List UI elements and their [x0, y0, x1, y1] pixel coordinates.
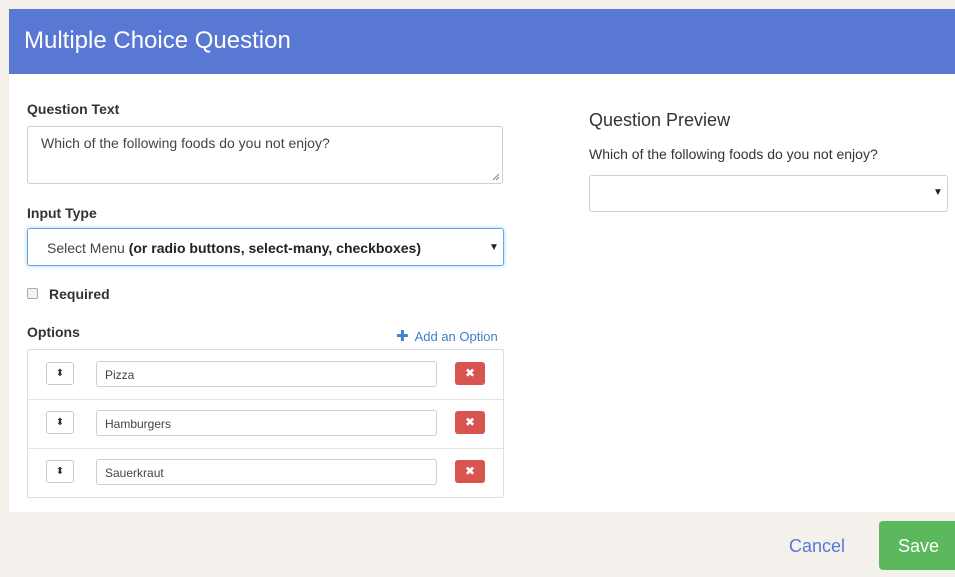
resize-grip-icon[interactable]	[492, 173, 500, 181]
modal-header: Multiple Choice Question	[9, 9, 955, 74]
option-input[interactable]: Sauerkraut	[96, 459, 437, 485]
options-list: ⬍ Pizza ✖ ⬍ Hamburgers ✖ ⬍ Sauerkraut ✖	[27, 349, 504, 498]
options-label: Options	[27, 324, 80, 340]
modal-backdrop-edge	[0, 0, 9, 577]
input-type-label: Input Type	[27, 205, 97, 221]
option-row: ⬍ Hamburgers ✖	[28, 399, 503, 449]
modal-top-edge	[9, 0, 955, 9]
delete-option-button[interactable]: ✖	[455, 411, 485, 434]
input-type-value: Select Menu (or radio buttons, select-ma…	[47, 240, 421, 256]
sort-handle-icon[interactable]: ⬍	[46, 460, 74, 483]
question-text-value: Which of the following foods do you not …	[41, 135, 330, 151]
input-type-value-plain: Select Menu	[47, 240, 129, 256]
sort-handle-icon[interactable]: ⬍	[46, 411, 74, 434]
delete-option-button[interactable]: ✖	[455, 460, 485, 483]
modal-footer: Cancel Save	[9, 512, 955, 577]
plus-icon: ✚	[396, 328, 409, 345]
close-icon: ✖	[464, 366, 476, 380]
modal-title: Multiple Choice Question	[24, 27, 291, 54]
save-button[interactable]: Save	[879, 521, 955, 570]
cancel-button[interactable]: Cancel	[789, 536, 845, 557]
input-type-value-bold: (or radio buttons, select-many, checkbox…	[128, 240, 421, 256]
option-row: ⬍ Sauerkraut ✖	[28, 448, 503, 497]
add-option-link[interactable]: ✚ Add an Option	[396, 327, 498, 345]
close-icon: ✖	[464, 415, 476, 429]
preview-title: Question Preview	[589, 110, 731, 130]
add-option-label: Add an Option	[414, 329, 498, 344]
preview-question: Which of the following foods do you not …	[589, 146, 878, 162]
input-type-select[interactable]: Select Menu (or radio buttons, select-ma…	[27, 228, 504, 266]
required-checkbox[interactable]	[27, 288, 38, 299]
option-row: ⬍ Pizza ✖	[28, 350, 503, 400]
option-input[interactable]: Pizza	[96, 361, 437, 387]
close-icon: ✖	[464, 464, 476, 478]
question-text-field[interactable]: Which of the following foods do you not …	[27, 126, 503, 184]
question-text-label: Question Text	[27, 101, 120, 117]
preview-select[interactable]: ▼	[589, 175, 948, 212]
required-label: Required	[49, 286, 110, 302]
option-input[interactable]: Hamburgers	[96, 410, 437, 436]
caret-down-icon: ▼	[933, 187, 943, 198]
caret-down-icon: ▼	[489, 242, 499, 253]
delete-option-button[interactable]: ✖	[455, 362, 485, 385]
sort-handle-icon[interactable]: ⬍	[46, 362, 74, 385]
